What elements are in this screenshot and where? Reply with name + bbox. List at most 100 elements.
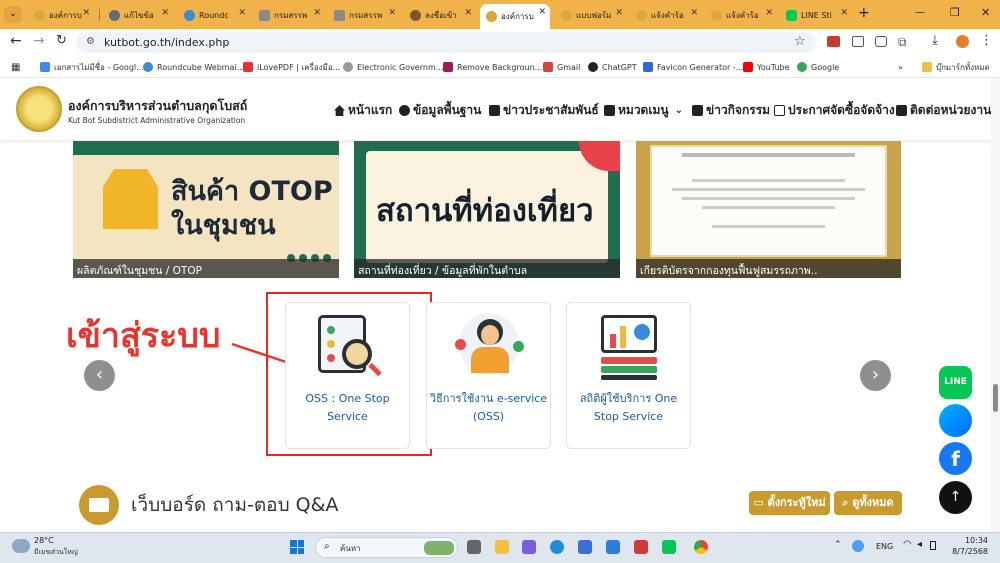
volume-icon[interactable]: ◂: [917, 539, 922, 550]
nav-menu-category[interactable]: หมวดเมนู ⌄: [604, 101, 683, 120]
facebook-button[interactable]: f: [939, 442, 972, 475]
tab-search-icon[interactable]: ⌄: [4, 6, 22, 23]
tab-11[interactable]: LINE Sti ✕: [780, 5, 852, 25]
close-icon[interactable]: ✕: [765, 8, 773, 18]
restore-button[interactable]: ❐: [950, 6, 960, 19]
banner-certificate[interactable]: เกียรติบัตรจากกองทุนฟื้นฟูสมรรถภาพ..: [636, 141, 901, 278]
bookmark-item[interactable]: เอกสารไม่มีชื่อ - Googl...: [40, 60, 144, 74]
nav-news[interactable]: ข่าวประชาสัมพันธ์: [489, 101, 599, 120]
clock-time[interactable]: 10:34: [952, 536, 988, 545]
bookmark-item[interactable]: Remove Backgroun...: [443, 60, 542, 74]
bookmark-item[interactable]: ChatGPT: [588, 60, 637, 74]
store-icon[interactable]: [578, 540, 592, 554]
chrome-icon[interactable]: [694, 540, 708, 554]
line-app-icon[interactable]: [662, 540, 676, 554]
close-icon[interactable]: ✕: [615, 8, 623, 18]
site-logo[interactable]: [16, 86, 62, 132]
scrollbar-thumb[interactable]: [993, 384, 998, 412]
bookmark-item[interactable]: Electronic Governm...: [343, 60, 443, 74]
profile-avatar[interactable]: [956, 35, 969, 48]
back-button[interactable]: ←: [10, 33, 22, 49]
banner-otop[interactable]: สินค้า OTOP ในชุมชน ผลิตภัณฑ์ในชุมชน / O…: [73, 141, 339, 278]
nav-basic-info[interactable]: ข้อมูลพื้นฐาน: [399, 101, 481, 120]
new-topic-button[interactable]: ▭ ตั้งกระทู้ใหม่: [749, 491, 830, 515]
nav-home[interactable]: หน้าแรก: [334, 101, 392, 120]
all-bookmarks[interactable]: บุ๊กมาร์กทั้งหมด: [922, 60, 990, 74]
card-statistics[interactable]: สถิติผู้ใช้บริการ One Stop Service: [566, 302, 691, 449]
file-explorer-icon[interactable]: [495, 540, 509, 554]
bookmark-item[interactable]: Gmail: [543, 60, 580, 74]
language-indicator[interactable]: ENG: [876, 542, 893, 551]
info-icon: [399, 105, 410, 116]
window-close-button[interactable]: ✕: [981, 6, 990, 19]
word-icon[interactable]: [606, 540, 620, 554]
close-icon[interactable]: ✕: [690, 8, 698, 18]
tab-5[interactable]: กรมสรรพ ✕: [328, 5, 400, 25]
tray-chevron-up-icon[interactable]: ⌃: [834, 540, 842, 550]
minimize-button[interactable]: —: [915, 7, 925, 18]
close-icon[interactable]: ✕: [161, 8, 169, 18]
close-icon[interactable]: ✕: [464, 8, 472, 18]
tab-8[interactable]: แบบฟอร์ม ✕: [555, 5, 627, 25]
close-icon[interactable]: ✕: [313, 8, 321, 18]
bookmark-label: Google: [811, 62, 840, 72]
back-to-top-button[interactable]: ↑: [939, 481, 972, 514]
bookmark-item[interactable]: Google: [797, 60, 839, 74]
menu-icon[interactable]: ⋮: [980, 33, 993, 48]
carousel-next-button[interactable]: ›: [860, 360, 891, 391]
tab-4[interactable]: กรมสรรพ ✕: [253, 5, 325, 25]
card-oss[interactable]: OSS : One Stop Service: [285, 302, 410, 449]
taskbar-search-box[interactable]: ⌕ ค้นหา: [315, 537, 458, 558]
close-icon[interactable]: ✕: [538, 7, 546, 17]
tab-7-active[interactable]: องค์การบ ✕: [480, 4, 550, 29]
bookmark-item[interactable]: iLovePDF | เครื่องมือ...: [243, 60, 340, 74]
tab-6[interactable]: ลงชื่อเข้า ✕: [404, 5, 476, 25]
windows-start-icon[interactable]: [290, 540, 304, 554]
line-button[interactable]: LINE: [939, 366, 972, 399]
site-info-icon[interactable]: ⚙: [86, 36, 95, 47]
bookmark-item[interactable]: YouTube: [743, 60, 790, 74]
carousel-prev-button[interactable]: ‹: [84, 360, 115, 391]
bookmark-star-icon[interactable]: ☆: [794, 34, 806, 49]
snipping-tool-icon[interactable]: [634, 540, 648, 554]
reload-button[interactable]: ↻: [56, 33, 67, 48]
tab-1[interactable]: องค์การบ ✕: [28, 5, 94, 25]
download-icon[interactable]: ⤓: [932, 33, 938, 48]
apps-icon[interactable]: ▦: [11, 60, 20, 74]
messenger-button[interactable]: [939, 404, 972, 437]
new-tab-button[interactable]: +: [858, 5, 870, 21]
close-icon[interactable]: ✕: [840, 8, 848, 18]
nav-activities[interactable]: ข่าวกิจกรรม: [692, 101, 770, 120]
tab-10[interactable]: แจ้งคำร้อ ✕: [705, 5, 777, 25]
task-view-icon[interactable]: [467, 540, 481, 554]
tab-2[interactable]: แก้ไขข้อ ✕: [103, 5, 173, 25]
view-all-button[interactable]: ⌕ ดูทั้งหมด: [834, 491, 902, 515]
search-highlight-image: [424, 541, 454, 555]
site-favicon-icon: [711, 9, 722, 21]
close-icon[interactable]: ✕: [388, 8, 396, 18]
copilot-icon[interactable]: [522, 540, 536, 554]
close-icon[interactable]: ✕: [238, 8, 246, 18]
address-bar[interactable]: ⚙ kutbot.go.th/index.php ☆: [76, 32, 816, 53]
more-bookmarks-icon[interactable]: »: [898, 60, 903, 74]
wifi-icon[interactable]: ◠: [903, 539, 912, 550]
gmail-extension-icon[interactable]: [827, 36, 840, 47]
close-icon[interactable]: ✕: [82, 8, 90, 18]
nav-procurement[interactable]: ประกาศจัดซื้อจัดจ้าง: [774, 101, 895, 120]
extension-icon[interactable]: [852, 36, 864, 47]
tab-9[interactable]: แจ้งคำร้อ ✕: [630, 5, 702, 25]
page-scrollbar[interactable]: [991, 79, 1000, 532]
battery-icon[interactable]: [930, 541, 936, 550]
clock-date[interactable]: 8/7/2568: [942, 547, 988, 556]
puzzle-icon[interactable]: ⧉: [898, 35, 907, 50]
bookmark-item[interactable]: Favicon Generator -...: [643, 60, 743, 74]
tray-app-icon[interactable]: [852, 540, 864, 552]
edge-icon[interactable]: [550, 540, 564, 554]
tab-3[interactable]: Roundc ✕: [178, 5, 250, 25]
nav-contact[interactable]: ติดต่อหน่วยงาน: [896, 101, 991, 120]
card-e-service-guide[interactable]: วิธีการใช้งาน e-service (OSS): [426, 302, 551, 449]
banner-tourism[interactable]: สถานที่ท่องเที่ยว สถานที่ท่องเที่ยว / ข้…: [354, 141, 620, 278]
forward-button[interactable]: →: [33, 33, 45, 49]
camera-icon[interactable]: [875, 36, 887, 47]
bookmark-item[interactable]: Roundcube Webmai...: [143, 60, 244, 74]
